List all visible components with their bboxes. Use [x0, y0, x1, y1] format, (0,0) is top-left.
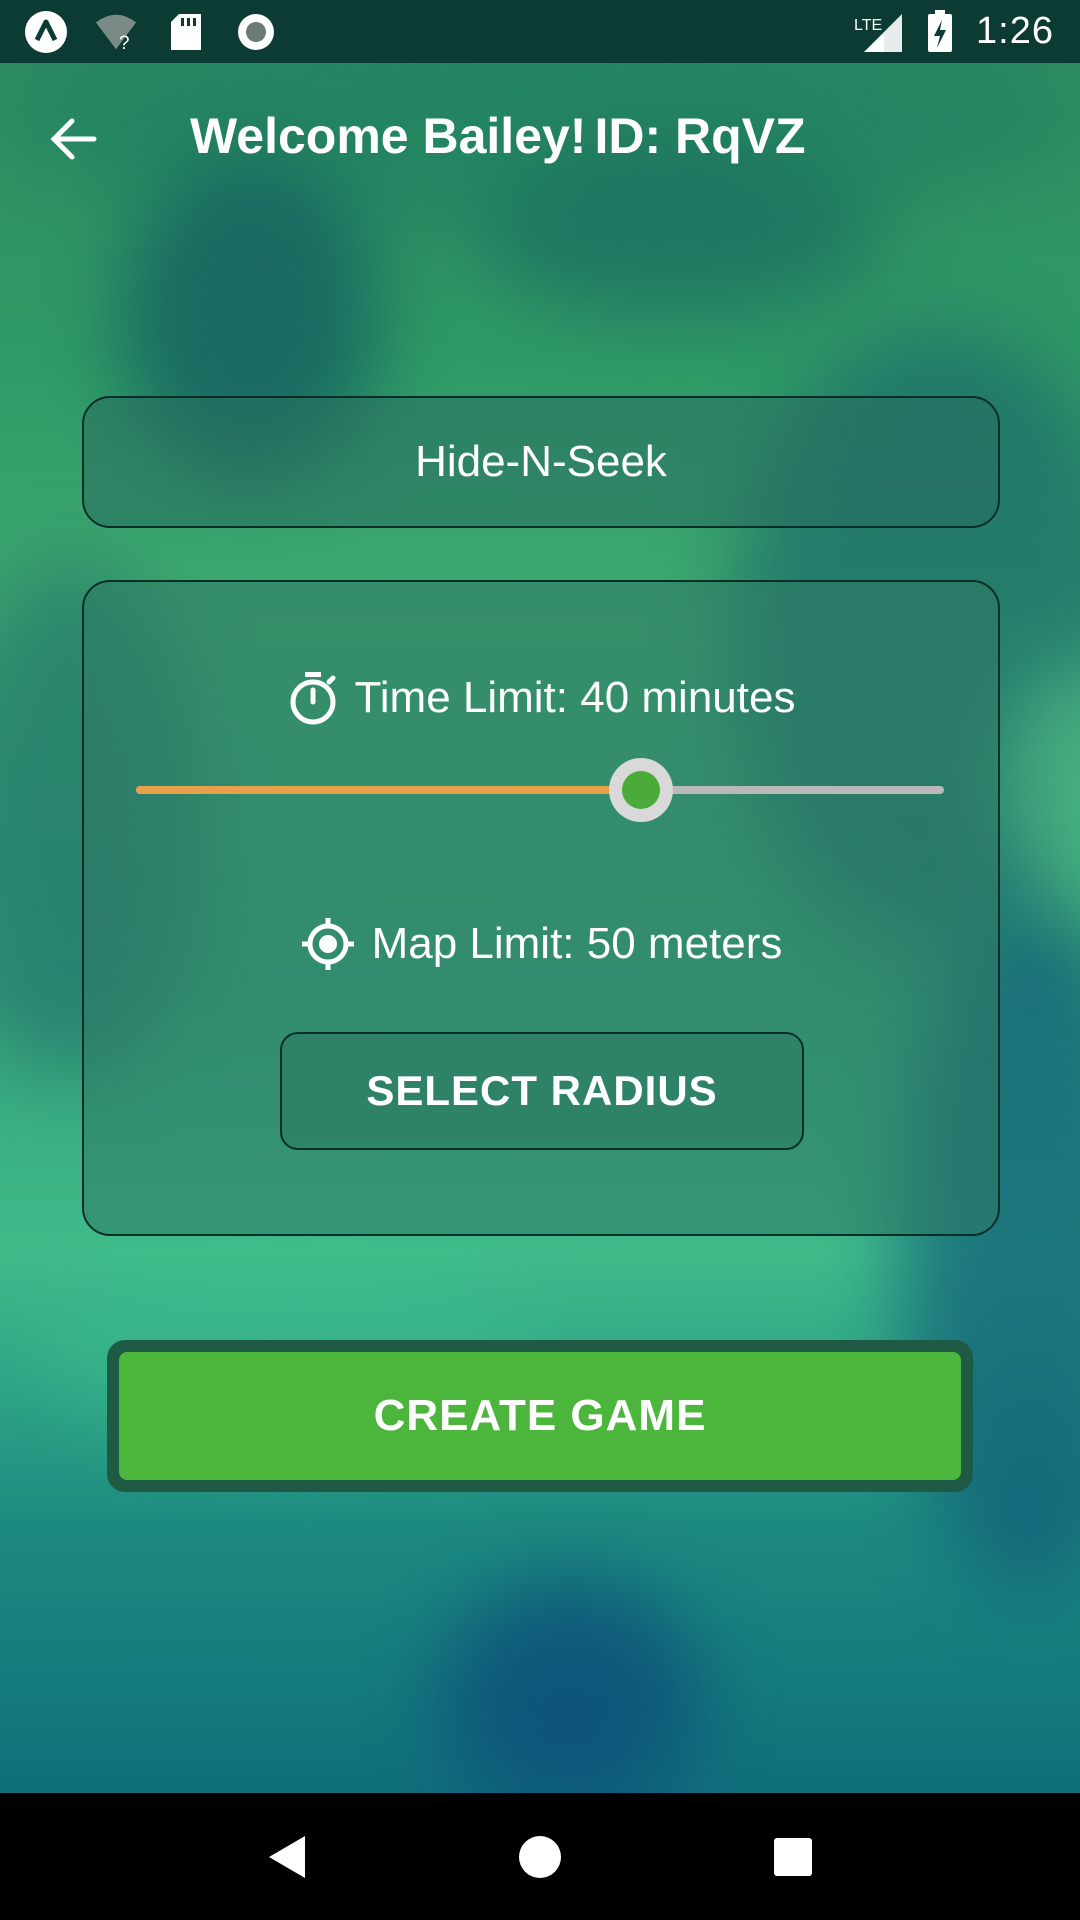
- nav-recents-icon[interactable]: [753, 1817, 833, 1897]
- signal-icon: LTE: [854, 10, 904, 54]
- select-radius-button[interactable]: SELECT RADIUS: [280, 1032, 804, 1150]
- navigation-bar: [0, 1793, 1080, 1920]
- app-bar: Welcome Bailey! ID: RqVZ: [0, 63, 1080, 213]
- clock: 1:26: [976, 10, 1054, 52]
- wifi-unknown-icon: ?: [94, 10, 138, 54]
- create-game-button[interactable]: CREATE GAME: [107, 1340, 973, 1492]
- game-mode-selector[interactable]: Hide-N-Seek: [82, 396, 1000, 528]
- time-limit-row: Time Limit: 40 minutes: [84, 670, 998, 726]
- status-bar: ? LTE 1:26: [0, 0, 1080, 63]
- crosshair-icon: [301, 918, 354, 970]
- page-title: Welcome Bailey! ID: RqVZ: [190, 107, 806, 165]
- time-limit-label: Time Limit: 40 minutes: [354, 673, 796, 722]
- map-limit-label: Map Limit: 50 meters: [371, 919, 783, 968]
- record-icon: [234, 10, 278, 54]
- nav-back-icon[interactable]: [247, 1817, 327, 1897]
- create-game-label: CREATE GAME: [119, 1352, 961, 1480]
- svg-text:?: ?: [119, 33, 130, 54]
- slider-track-fill: [136, 786, 641, 794]
- stopwatch-icon: [290, 672, 336, 725]
- game-id-text: ID: RqVZ: [594, 108, 806, 164]
- sd-card-icon: [164, 10, 208, 54]
- game-mode-label: Hide-N-Seek: [415, 437, 667, 486]
- welcome-text: Welcome Bailey!: [190, 108, 587, 164]
- nav-home-icon[interactable]: [500, 1817, 580, 1897]
- slider-thumb[interactable]: [609, 758, 673, 822]
- svg-text:LTE: LTE: [854, 17, 882, 34]
- back-button[interactable]: [44, 109, 104, 169]
- game-settings-panel: Time Limit: 40 minutes Map Limit: 50 met…: [82, 580, 1000, 1236]
- battery-charging-icon: [926, 9, 954, 54]
- time-limit-slider[interactable]: [136, 758, 944, 822]
- arrow-left-icon: [50, 118, 97, 160]
- map-limit-row: Map Limit: 50 meters: [84, 916, 998, 972]
- app-launcher-icon: [24, 10, 68, 54]
